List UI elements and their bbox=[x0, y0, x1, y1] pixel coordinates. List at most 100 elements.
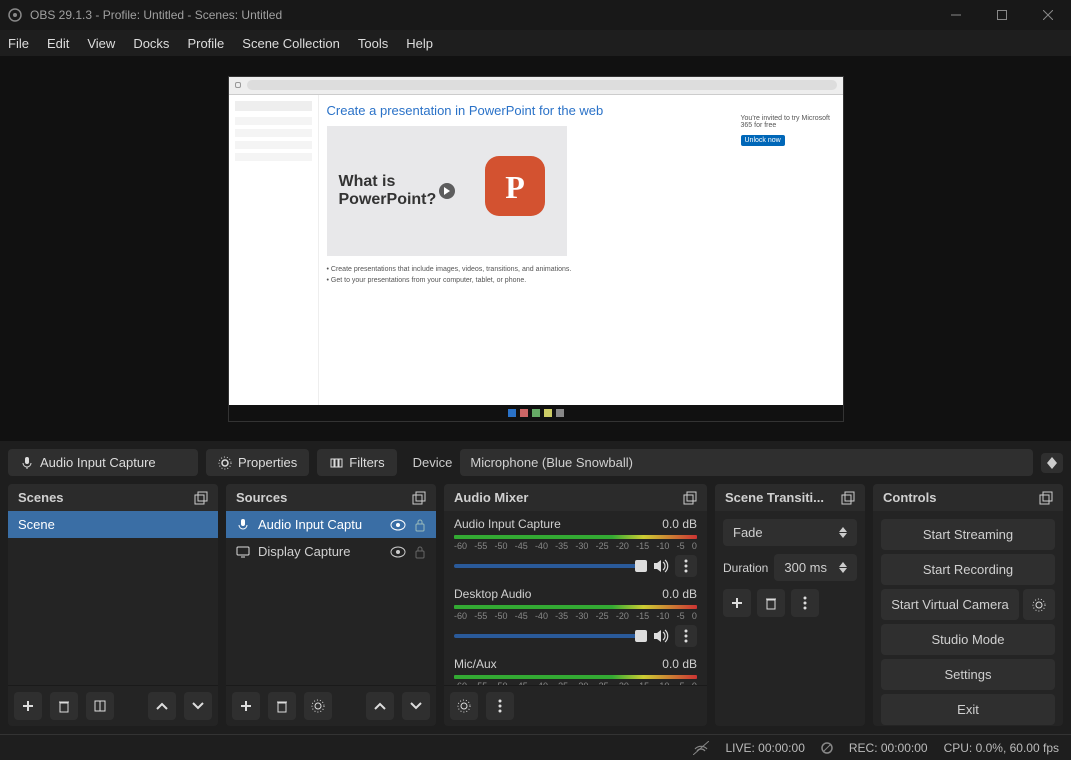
add-transition-button[interactable] bbox=[723, 589, 751, 617]
controls-title: Controls bbox=[883, 490, 936, 505]
preview-side-title: You're invited to try Microsoft 365 for … bbox=[741, 115, 835, 129]
add-scene-button[interactable] bbox=[14, 692, 42, 720]
preview-area[interactable]: Create a presentation in PowerPoint for … bbox=[0, 56, 1071, 441]
mic-icon bbox=[236, 518, 250, 532]
source-item[interactable]: Audio Input Captu bbox=[226, 511, 436, 538]
menu-help[interactable]: Help bbox=[406, 36, 433, 51]
menubar: File Edit View Docks Profile Scene Colle… bbox=[0, 30, 1071, 56]
mixer-channel: Mic/Aux0.0 dB -60-55-50-45-40-35-30-25-2… bbox=[444, 651, 707, 685]
eye-icon[interactable] bbox=[390, 546, 406, 558]
channel-level: 0.0 dB bbox=[662, 587, 697, 601]
maximize-button[interactable] bbox=[979, 0, 1025, 30]
level-meter bbox=[454, 605, 697, 609]
level-ticks: -60-55-50-45-40-35-30-25-20-15-10-50 bbox=[454, 611, 697, 621]
network-icon bbox=[693, 741, 709, 755]
minimize-button[interactable] bbox=[933, 0, 979, 30]
audio-mixer-panel: Audio Mixer Audio Input Capture0.0 dB -6… bbox=[444, 484, 707, 726]
selected-source-indicator: Audio Input Capture bbox=[8, 449, 198, 476]
controls-panel: Controls Start Streaming Start Recording… bbox=[873, 484, 1063, 726]
channel-menu-button[interactable] bbox=[675, 625, 697, 647]
virtual-camera-settings-button[interactable] bbox=[1023, 589, 1055, 620]
menu-tools[interactable]: Tools bbox=[358, 36, 388, 51]
statusbar: LIVE: 00:00:00 REC: 00:00:00 CPU: 0.0%, … bbox=[0, 734, 1071, 760]
channel-menu-button[interactable] bbox=[675, 555, 697, 577]
remove-source-button[interactable] bbox=[268, 692, 296, 720]
exit-button[interactable]: Exit bbox=[881, 694, 1055, 725]
docks-row: Scenes Scene Sources Audio Input Captu bbox=[0, 484, 1071, 734]
level-meter bbox=[454, 675, 697, 679]
scenes-list[interactable]: Scene bbox=[8, 511, 218, 685]
duration-input[interactable]: 300 ms bbox=[774, 554, 857, 581]
channel-level: 0.0 dB bbox=[662, 517, 697, 531]
scene-up-button[interactable] bbox=[148, 692, 176, 720]
window-title: OBS 29.1.3 - Profile: Untitled - Scenes:… bbox=[30, 8, 282, 22]
device-select[interactable]: Microphone (Blue Snowball) bbox=[460, 449, 1033, 476]
remove-scene-button[interactable] bbox=[50, 692, 78, 720]
popout-icon[interactable] bbox=[412, 491, 426, 505]
mixer-menu-button[interactable] bbox=[486, 692, 514, 720]
titlebar: OBS 29.1.3 - Profile: Untitled - Scenes:… bbox=[0, 0, 1071, 30]
filters-icon bbox=[329, 456, 343, 470]
mixer-channel: Audio Input Capture0.0 dB -60-55-50-45-4… bbox=[444, 511, 707, 581]
source-up-button[interactable] bbox=[366, 692, 394, 720]
popout-icon[interactable] bbox=[1039, 491, 1053, 505]
transition-select[interactable]: Fade bbox=[723, 519, 857, 546]
mixer-gear-button[interactable] bbox=[450, 692, 478, 720]
svg-text:P: P bbox=[505, 169, 525, 205]
preview-content: Create a presentation in PowerPoint for … bbox=[228, 76, 844, 422]
studio-mode-button[interactable]: Studio Mode bbox=[881, 624, 1055, 655]
channel-level: 0.0 dB bbox=[662, 657, 697, 671]
duration-label: Duration bbox=[723, 561, 768, 575]
source-properties-button[interactable] bbox=[304, 692, 332, 720]
mixer-title: Audio Mixer bbox=[454, 490, 528, 505]
channel-name: Desktop Audio bbox=[454, 587, 531, 601]
menu-docks[interactable]: Docks bbox=[133, 36, 169, 51]
scene-item[interactable]: Scene bbox=[8, 511, 218, 538]
popout-icon[interactable] bbox=[194, 491, 208, 505]
preview-side-button: Unlock now bbox=[741, 135, 785, 146]
start-recording-button[interactable]: Start Recording bbox=[881, 554, 1055, 585]
eye-icon[interactable] bbox=[390, 519, 406, 531]
speaker-icon[interactable] bbox=[653, 629, 669, 643]
transition-menu-button[interactable] bbox=[791, 589, 819, 617]
lock-icon[interactable] bbox=[414, 545, 426, 559]
status-live: LIVE: 00:00:00 bbox=[725, 741, 804, 755]
status-cpu: CPU: 0.0%, 60.00 fps bbox=[944, 741, 1059, 755]
stepper-icon bbox=[839, 562, 847, 573]
menu-file[interactable]: File bbox=[8, 36, 29, 51]
transitions-panel: Scene Transiti... Fade Duration 300 ms bbox=[715, 484, 865, 726]
menu-view[interactable]: View bbox=[87, 36, 115, 51]
properties-button[interactable]: Properties bbox=[206, 449, 309, 476]
source-toolbar: Audio Input Capture Properties Filters D… bbox=[0, 441, 1071, 484]
sources-list[interactable]: Audio Input Captu Display Capture bbox=[226, 511, 436, 685]
popout-icon[interactable] bbox=[683, 491, 697, 505]
popout-icon[interactable] bbox=[841, 491, 855, 505]
level-meter bbox=[454, 535, 697, 539]
close-button[interactable] bbox=[1025, 0, 1071, 30]
start-virtual-camera-button[interactable]: Start Virtual Camera bbox=[881, 589, 1019, 620]
source-down-button[interactable] bbox=[402, 692, 430, 720]
menu-edit[interactable]: Edit bbox=[47, 36, 69, 51]
source-item[interactable]: Display Capture bbox=[226, 538, 436, 565]
stepper-icon bbox=[839, 527, 847, 538]
scenes-panel: Scenes Scene bbox=[8, 484, 218, 726]
menu-profile[interactable]: Profile bbox=[187, 36, 224, 51]
menu-scene-collection[interactable]: Scene Collection bbox=[242, 36, 340, 51]
volume-slider[interactable] bbox=[454, 564, 647, 568]
mic-icon bbox=[20, 456, 34, 470]
settings-button[interactable]: Settings bbox=[881, 659, 1055, 690]
add-source-button[interactable] bbox=[232, 692, 260, 720]
app-logo-icon bbox=[8, 8, 22, 22]
transitions-title: Scene Transiti... bbox=[725, 490, 824, 505]
mixer-list: Audio Input Capture0.0 dB -60-55-50-45-4… bbox=[444, 511, 707, 685]
volume-slider[interactable] bbox=[454, 634, 647, 638]
start-streaming-button[interactable]: Start Streaming bbox=[881, 519, 1055, 550]
lock-icon[interactable] bbox=[414, 518, 426, 532]
speaker-icon[interactable] bbox=[653, 559, 669, 573]
scene-down-button[interactable] bbox=[184, 692, 212, 720]
filters-button[interactable]: Filters bbox=[317, 449, 396, 476]
gear-icon bbox=[218, 456, 232, 470]
remove-transition-button[interactable] bbox=[757, 589, 785, 617]
scene-filters-button[interactable] bbox=[86, 692, 114, 720]
device-stepper[interactable] bbox=[1041, 453, 1063, 473]
